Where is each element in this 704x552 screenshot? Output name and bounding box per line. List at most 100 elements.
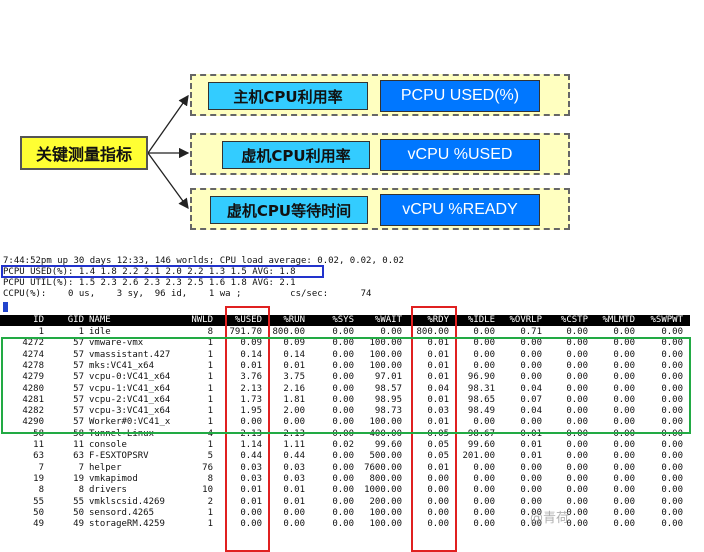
cell-gid: 63 bbox=[73, 451, 84, 462]
cell-gid: 8 bbox=[78, 485, 84, 496]
cell-idle: 0.00 bbox=[473, 507, 495, 518]
cell-idle: 0.00 bbox=[473, 485, 495, 496]
cell-swpwt: 0.00 bbox=[661, 519, 683, 530]
cell-swpwt: 0.00 bbox=[661, 440, 683, 450]
cell-sys: 0.02 bbox=[332, 440, 354, 450]
cell-gid: 55 bbox=[73, 496, 84, 507]
cell-nwld: 2 bbox=[207, 496, 213, 507]
cell-wait: 7600.00 bbox=[364, 462, 402, 473]
cell-swpwt: 0.00 bbox=[661, 507, 683, 518]
cell-name: F-ESXTOPSRV bbox=[89, 451, 149, 462]
cell-wait: 1000.00 bbox=[364, 485, 402, 496]
cell-name: storageRM.4259 bbox=[89, 519, 165, 530]
cell-swpwt: 0.00 bbox=[661, 473, 683, 484]
cell-idle: 0.00 bbox=[473, 462, 495, 473]
table-row: 63 63 F-ESXTOPSRV 5 0.44 0.44 0.00 500.00 0.05 20… bbox=[0, 451, 690, 462]
cell-id: 50 bbox=[33, 507, 44, 518]
connector-bottom bbox=[147, 152, 189, 210]
watermark: @青荷 bbox=[530, 511, 570, 526]
cell-id: 55 bbox=[33, 496, 44, 507]
cell-gid: 7 bbox=[78, 462, 84, 473]
cell-mlmtd: 0.00 bbox=[613, 462, 635, 473]
table-row: 8 8 drivers 10 0.01 0.01 0.00 1000.00 0.00 0.00 0.… bbox=[0, 485, 690, 496]
cell-idle: 201.00 bbox=[462, 451, 495, 462]
cell-id: 7 bbox=[38, 462, 44, 473]
cell-run: 0.03 bbox=[283, 462, 305, 473]
table-row: 19 19 vmkapimod 8 0.03 0.03 0.00 800.00 0.00 0.00… bbox=[0, 474, 690, 485]
cell-cstp: 0.00 bbox=[566, 519, 588, 530]
cell-id: 8 bbox=[38, 485, 44, 496]
table-row: 55 55 vmklscsid.4269 2 0.01 0.01 0.00 200.00 0.0… bbox=[0, 497, 690, 508]
cell-run: 1.11 bbox=[283, 440, 305, 450]
branch-en-label: vCPU %READY bbox=[380, 194, 540, 226]
cell-idle: 99.60 bbox=[467, 440, 495, 450]
cell-ovrlp: 0.00 bbox=[520, 473, 542, 484]
column-header-id: ID bbox=[33, 315, 44, 325]
table-row: 11 11 console 1 1.14 1.11 0.02 99.60 0.05 99.60 0.… bbox=[0, 440, 690, 451]
cell-mlmtd: 0.00 bbox=[613, 507, 635, 518]
cell-run: 0.00 bbox=[283, 507, 305, 518]
branch-en-label: vCPU %USED bbox=[380, 139, 540, 171]
pcpu-used-highlight bbox=[1, 265, 324, 278]
cell-idle: 0.00 bbox=[473, 496, 495, 507]
cell-mlmtd: 0.00 bbox=[613, 519, 635, 530]
esxtop-terminal: 7:44:52pm up 30 days 12:33, 146 worlds; … bbox=[0, 254, 704, 552]
branch-cn-label: 虚机CPU利用率 bbox=[222, 141, 370, 169]
cell-sys: 0.00 bbox=[332, 519, 354, 530]
cell-nwld: 8 bbox=[207, 473, 213, 484]
cell-name: console bbox=[89, 440, 127, 450]
cell-mlmtd: 0.00 bbox=[613, 485, 635, 496]
cursor-block bbox=[3, 302, 8, 312]
cell-run: 0.01 bbox=[283, 496, 305, 507]
cell-mlmtd: 0.00 bbox=[613, 473, 635, 484]
cell-sys: 0.00 bbox=[332, 496, 354, 507]
cell-id: 11 bbox=[33, 440, 44, 450]
column-header-run: %RUN bbox=[283, 315, 305, 325]
cell-gid: 11 bbox=[73, 440, 84, 450]
cell-wait: 800.00 bbox=[369, 473, 402, 484]
cell-run: 0.44 bbox=[283, 451, 305, 462]
branch-host-cpu-used: 主机CPU利用率 PCPU USED(%) bbox=[190, 74, 570, 116]
cell-nwld: 76 bbox=[202, 462, 213, 473]
cell-wait: 500.00 bbox=[369, 451, 402, 462]
column-header-name: NAME bbox=[89, 315, 111, 325]
cell-cstp: 0.00 bbox=[566, 485, 588, 496]
cell-mlmtd: 0.00 bbox=[613, 496, 635, 507]
cell-name: helper bbox=[89, 462, 122, 473]
cell-sys: 0.00 bbox=[332, 462, 354, 473]
cell-cstp: 0.00 bbox=[566, 507, 588, 518]
cell-id: 49 bbox=[33, 519, 44, 530]
cell-nwld: 10 bbox=[202, 485, 213, 496]
cell-idle: 0.00 bbox=[473, 519, 495, 530]
cell-nwld: 1 bbox=[207, 507, 213, 518]
cell-sys: 0.00 bbox=[332, 485, 354, 496]
cell-gid: 49 bbox=[73, 519, 84, 530]
cell-cstp: 0.00 bbox=[566, 473, 588, 484]
ccpu-line: CCPU(%): 0 us, 3 sy, 96 id, 1 wa ; cs/se… bbox=[3, 289, 372, 299]
table-row: 7 7 helper 76 0.03 0.03 0.00 7600.00 0.01 0.00 0.0… bbox=[0, 463, 690, 474]
cell-wait: 100.00 bbox=[369, 519, 402, 530]
column-header-swpwt: %SWPWT bbox=[650, 315, 683, 325]
cell-nwld: 1 bbox=[207, 519, 213, 530]
cell-sys: 0.00 bbox=[332, 451, 354, 462]
cell-nwld: 5 bbox=[207, 451, 213, 462]
cell-mlmtd: 0.00 bbox=[613, 440, 635, 450]
cell-wait: 100.00 bbox=[369, 507, 402, 518]
cell-cstp: 0.00 bbox=[566, 496, 588, 507]
cell-swpwt: 0.00 bbox=[661, 496, 683, 507]
column-header-ovrlp: %OVRLP bbox=[509, 315, 542, 325]
column-header-mlmtd: %MLMTD bbox=[602, 315, 635, 325]
branch-vm-cpu-ready: 虚机CPU等待时间 vCPU %READY bbox=[190, 188, 570, 230]
cell-gid: 50 bbox=[73, 507, 84, 518]
column-header-wait: %WAIT bbox=[374, 315, 402, 325]
column-header-nwld: NWLD bbox=[191, 315, 213, 325]
cell-id: 63 bbox=[33, 451, 44, 462]
branch-en-label: PCPU USED(%) bbox=[380, 80, 540, 112]
branch-cn-label: 虚机CPU等待时间 bbox=[210, 196, 368, 224]
table-row: 49 49 storageRM.4259 1 0.00 0.00 0.00 100.00 0.0… bbox=[0, 519, 690, 530]
cell-swpwt: 0.00 bbox=[661, 451, 683, 462]
table-row: 50 50 sensord.4265 1 0.00 0.00 0.00 100.00 0.00 0… bbox=[0, 508, 690, 519]
cell-sys: 0.00 bbox=[332, 507, 354, 518]
cell-name: drivers bbox=[89, 485, 127, 496]
connector-top bbox=[147, 94, 189, 154]
